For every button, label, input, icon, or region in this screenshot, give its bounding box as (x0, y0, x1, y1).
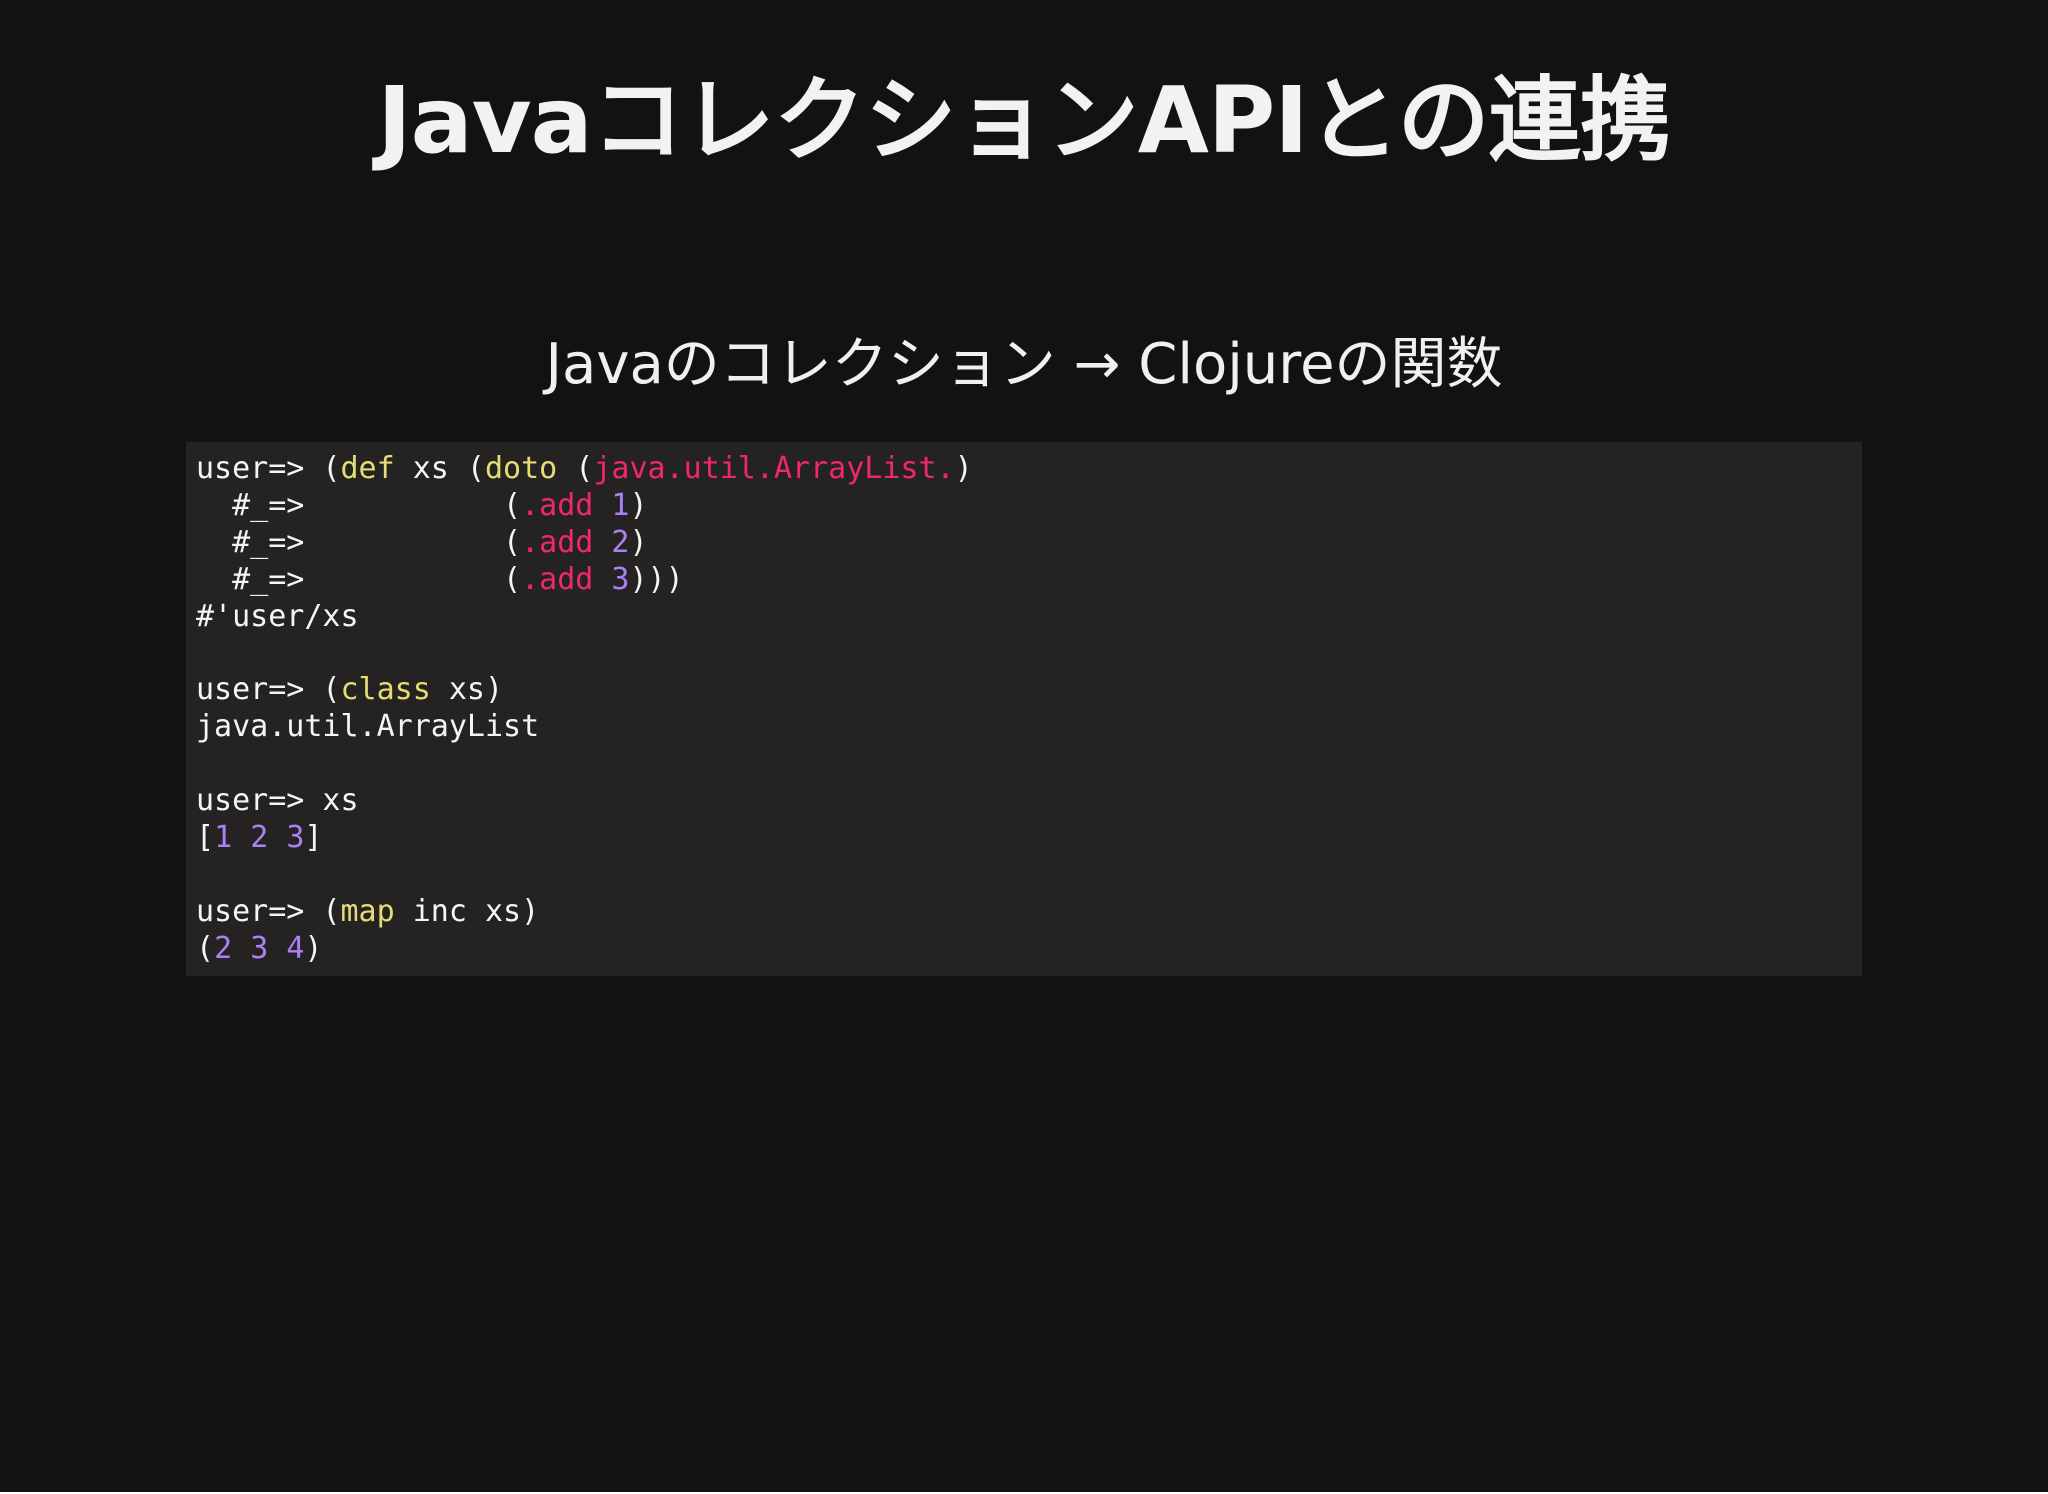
code-number: 3 (611, 561, 630, 597)
code-keyword: doto (485, 451, 558, 486)
code-text: xs) (430, 672, 504, 708)
code-text: [ (196, 819, 215, 855)
code-text: #_=> ( (196, 524, 522, 560)
code-text: java.util.ArrayList (196, 709, 540, 745)
code-line: user=> (map inc xs) (196, 894, 1852, 931)
code-text: ( (557, 451, 594, 486)
code-keyword: class (340, 672, 431, 708)
code-text: #'user/xs (196, 598, 359, 634)
code-text: inc xs) (394, 893, 540, 929)
code-line: user=> xs (196, 783, 1852, 820)
code-line: #_=> (.add 1) (196, 488, 1852, 525)
code-block: user=> (def xs (doto (java.util.ArrayLis… (186, 442, 1862, 976)
code-text: user=> ( (196, 451, 341, 486)
code-keyword: map (340, 893, 395, 929)
code-java-interop: .add (521, 487, 594, 523)
code-number: 2 (611, 524, 630, 560)
code-text: user=> xs (196, 783, 359, 819)
code-line: #_=> (.add 3))) (196, 562, 1852, 599)
code-java-interop: .add (521, 561, 594, 597)
code-number: 2 (250, 819, 269, 855)
code-text: ) (629, 487, 648, 523)
code-line: [1 2 3] (196, 820, 1852, 857)
code-text: user=> ( (196, 672, 341, 708)
code-text: ))) (629, 561, 684, 597)
code-text: ) (954, 451, 973, 486)
code-text: ( (196, 930, 215, 966)
code-line: user=> (def xs (doto (java.util.ArrayLis… (196, 451, 1852, 488)
code-text: ] (304, 819, 323, 855)
code-text: user=> ( (196, 893, 341, 929)
code-java-interop: .add (521, 524, 594, 560)
code-text: #_=> ( (196, 487, 522, 523)
code-number: 2 (214, 930, 233, 966)
code-number: 3 (286, 819, 305, 855)
code-java-interop: java.util.ArrayList. (593, 451, 955, 486)
code-line: user=> (class xs) (196, 672, 1852, 709)
code-keyword: def (340, 451, 395, 486)
code-number: 1 (214, 819, 233, 855)
code-line: #_=> (.add 2) (196, 525, 1852, 562)
code-line: java.util.ArrayList (196, 709, 1852, 746)
slide-title: JavaコレクションAPIとの連携 (377, 67, 1671, 174)
code-number: 3 (250, 930, 269, 966)
code-line: #'user/xs (196, 599, 1852, 636)
code-number: 1 (611, 487, 630, 523)
code-text: ) (629, 524, 648, 560)
slide-subtitle: Javaのコレクション → Clojureの関数 (545, 332, 1503, 397)
code-number: 4 (286, 930, 305, 966)
code-text: xs ( (394, 451, 485, 486)
code-text: #_=> ( (196, 561, 522, 597)
code-line: (2 3 4) (196, 931, 1852, 968)
code-text: ) (304, 930, 323, 966)
